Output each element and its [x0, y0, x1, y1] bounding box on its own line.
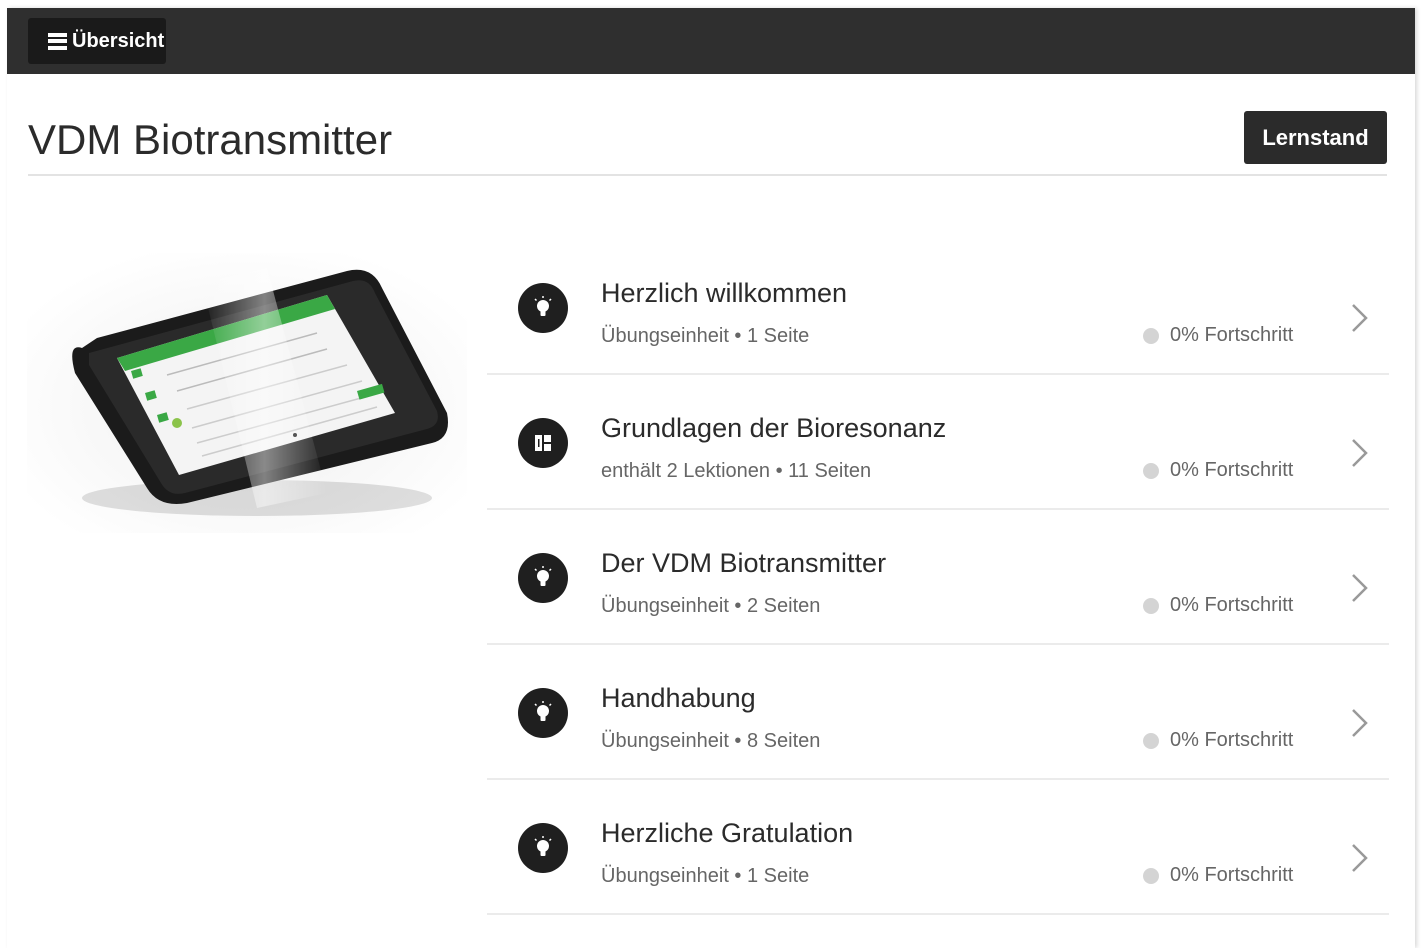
lesson-title: Herzlich willkommen	[601, 278, 848, 308]
page-title: VDM Biotransmitter	[28, 116, 393, 163]
lernstand-button[interactable]: Lernstand	[1244, 111, 1387, 164]
app-frame: Übersicht VDM Biotransmitter Lernstand H…	[7, 8, 1415, 948]
lightbulb-icon	[518, 553, 568, 603]
lesson-title: Handhabung	[601, 683, 756, 713]
lesson-item[interactable]: Herzlich willkommen Übungseinheit • 1 Se…	[487, 240, 1389, 375]
chevron-right-icon[interactable]	[1349, 572, 1369, 604]
lightbulb-icon	[518, 688, 568, 738]
lesson-subtitle: enthält 2 Lektionen • 11 Seiten	[601, 460, 872, 482]
lesson-item[interactable]: Der VDM Biotransmitter Übungseinheit • 2…	[487, 510, 1389, 645]
progress-dot-icon	[1143, 327, 1159, 344]
lesson-title: Herzliche Gratulation	[601, 818, 854, 848]
lesson-subtitle: Übungseinheit • 1 Seite	[601, 325, 810, 347]
progress-label: 0% Fortschritt	[1170, 864, 1294, 886]
progress-dot-icon	[1143, 462, 1159, 479]
top-navigation-bar: Übersicht	[7, 8, 1415, 74]
hamburger-menu-icon	[48, 32, 67, 50]
progress-label: 0% Fortschritt	[1170, 729, 1294, 751]
lesson-progress: 0% Fortschritt	[1143, 459, 1293, 482]
lesson-title: Der VDM Biotransmitter	[601, 548, 887, 578]
overview-menu-button[interactable]: Übersicht	[28, 18, 166, 64]
progress-label: 0% Fortschritt	[1170, 324, 1294, 346]
progress-dot-icon	[1143, 597, 1159, 614]
lesson-subtitle: Übungseinheit • 8 Seiten	[601, 730, 821, 752]
lesson-subtitle: Übungseinheit • 2 Seiten	[601, 595, 821, 617]
lesson-subtitle: Übungseinheit • 1 Seite	[601, 865, 810, 887]
title-divider	[28, 174, 1387, 176]
chevron-right-icon[interactable]	[1349, 302, 1369, 334]
lesson-progress: 0% Fortschritt	[1143, 729, 1293, 752]
module-icon	[518, 418, 568, 468]
lesson-progress: 0% Fortschritt	[1143, 324, 1293, 347]
lesson-title: Grundlagen der Bioresonanz	[601, 413, 947, 443]
progress-label: 0% Fortschritt	[1170, 594, 1294, 616]
progress-dot-icon	[1143, 867, 1159, 884]
lesson-item[interactable]: Handhabung Übungseinheit • 8 Seiten 0% F…	[487, 645, 1389, 780]
tablet-device-image	[27, 253, 467, 533]
chevron-right-icon[interactable]	[1349, 707, 1369, 739]
lightbulb-icon	[518, 823, 568, 873]
progress-dot-icon	[1143, 732, 1159, 749]
lesson-progress: 0% Fortschritt	[1143, 594, 1293, 617]
lesson-list: Herzlich willkommen Übungseinheit • 1 Se…	[487, 240, 1389, 915]
chevron-right-icon[interactable]	[1349, 437, 1369, 469]
lesson-item[interactable]: Grundlagen der Bioresonanz enthält 2 Lek…	[487, 375, 1389, 510]
chevron-right-icon[interactable]	[1349, 842, 1369, 874]
lesson-progress: 0% Fortschritt	[1143, 864, 1293, 887]
overview-menu-label: Übersicht	[72, 29, 165, 52]
lesson-item[interactable]: Herzliche Gratulation Übungseinheit • 1 …	[487, 780, 1389, 915]
progress-label: 0% Fortschritt	[1170, 459, 1294, 481]
lightbulb-icon	[518, 283, 568, 333]
